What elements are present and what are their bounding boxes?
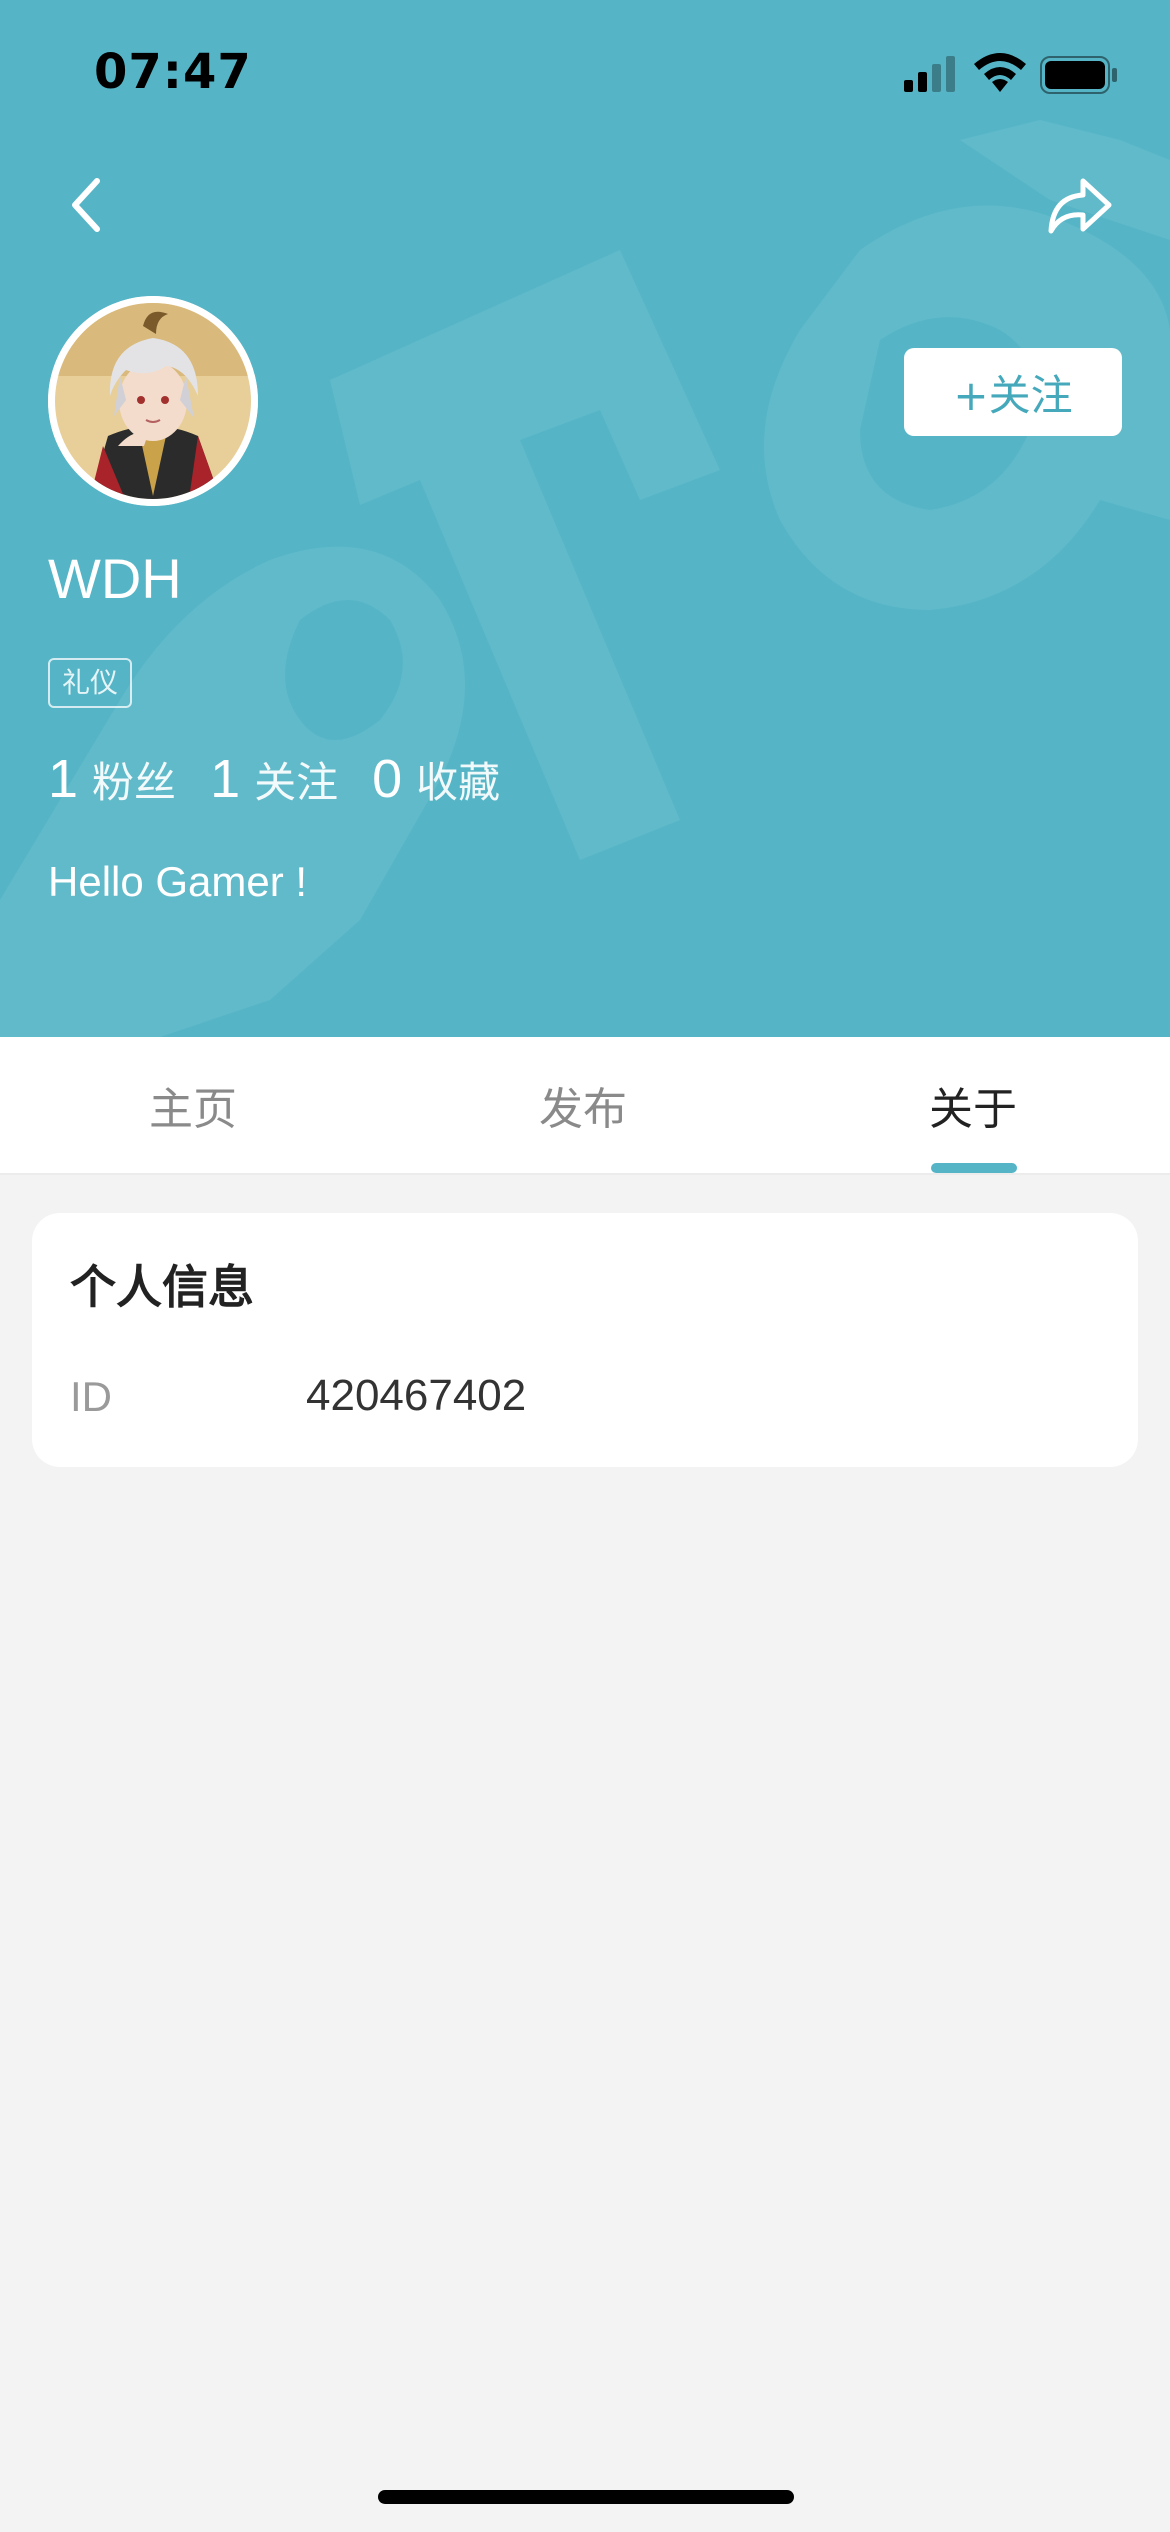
card-title: 个人信息 [70, 1260, 254, 1314]
following-stat[interactable]: 1 关注 [210, 748, 338, 810]
profile-bio: Hello Gamer ! [48, 858, 308, 905]
following-count: 1 [210, 749, 241, 809]
id-value: 420467402 [306, 1371, 527, 1420]
chevron-left-icon [72, 178, 100, 232]
status-time: 07:47 [94, 44, 252, 100]
follow-button[interactable]: +关注 [904, 348, 1122, 436]
favorites-label: 收藏 [416, 758, 501, 807]
active-tab-indicator [931, 1163, 1017, 1173]
following-label: 关注 [254, 758, 339, 807]
favorites-count: 0 [372, 749, 403, 809]
id-label: ID [70, 1373, 112, 1420]
username: WDH [48, 547, 182, 610]
tab-about[interactable]: 关于 [853, 1037, 1093, 1173]
avatar-portrait-icon [48, 296, 258, 506]
followers-stat[interactable]: 1 粉丝 [48, 748, 176, 810]
wifi-icon [974, 53, 1026, 92]
avatar[interactable] [48, 296, 258, 506]
share-arrow-icon [1048, 178, 1112, 234]
followers-count: 1 [48, 749, 79, 809]
personal-info-card: 个人信息 ID 420467402 [32, 1213, 1138, 1467]
share-button[interactable] [1040, 170, 1120, 240]
profile-tab-bar: 主页 发布 关于 [0, 1037, 1170, 1175]
role-tag-badge: 礼仪 [48, 658, 133, 708]
battery-icon [1040, 56, 1117, 94]
tab-home[interactable]: 主页 [73, 1037, 313, 1173]
followers-label: 粉丝 [92, 758, 177, 807]
tab-publish[interactable]: 发布 [463, 1037, 703, 1173]
profile-page: 07:47 +关注 WDH 礼仪 1 粉丝 1 关注 0 收藏 Hello Ga… [0, 0, 1170, 2532]
home-indicator[interactable] [378, 2490, 794, 2504]
profile-header: 07:47 +关注 WDH 礼仪 1 粉丝 1 关注 0 收藏 Hello Ga… [0, 0, 1170, 1037]
back-button[interactable] [50, 170, 120, 240]
signal-icon [904, 56, 955, 92]
profile-stats: 1 粉丝 1 关注 0 收藏 [48, 748, 534, 810]
favorites-stat[interactable]: 0 收藏 [372, 748, 500, 810]
